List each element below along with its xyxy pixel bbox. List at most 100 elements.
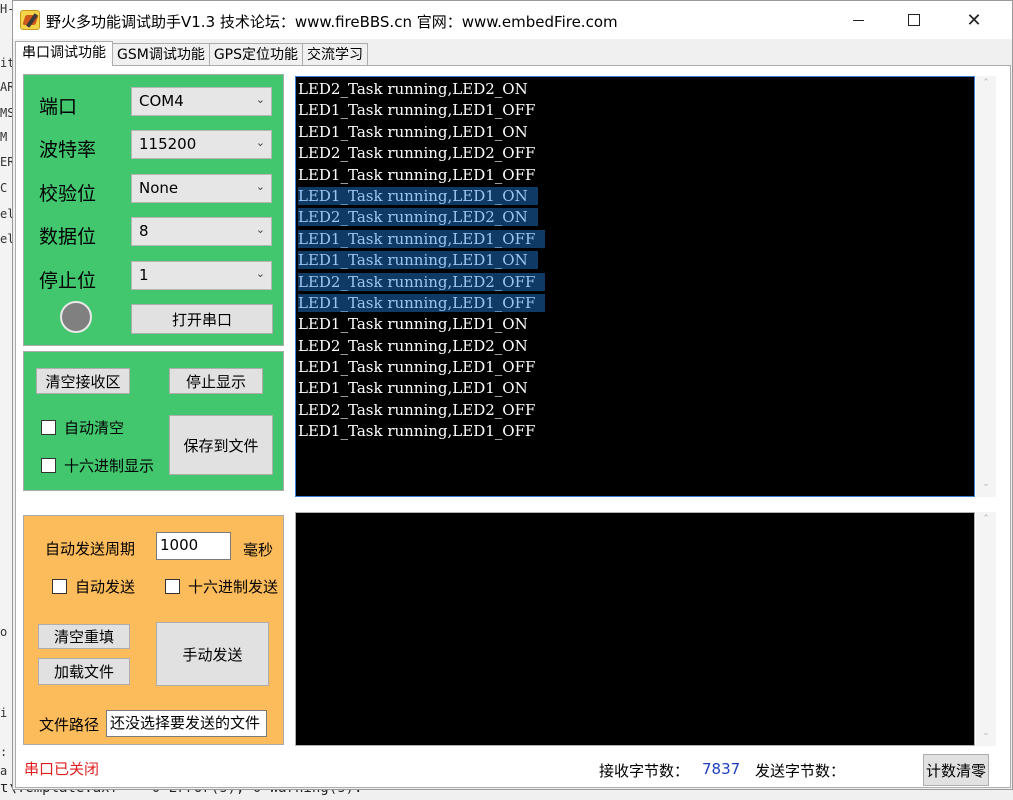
serial-settings-panel: 端口 COM4 ⌄ 波特率 115200 ⌄ 校验位 None ⌄ 数据位 8 … [23, 74, 284, 346]
log-line-text: LED1_Task running,LED1_OFF [298, 293, 546, 312]
hex-send-label: 十六进制发送 [188, 578, 279, 596]
log-line: LED1_Task running,LED1_ON [298, 378, 545, 399]
stopbits-select[interactable]: 1 ⌄ [131, 261, 272, 290]
clear-receive-button[interactable]: 清空接收区 [36, 368, 130, 394]
log-line-text: LED2_Task running,LED2_OFF [298, 400, 536, 419]
chevron-down-icon: ⌄ [255, 267, 265, 280]
chevron-down-icon: ⌄ [255, 223, 265, 236]
tab-community[interactable]: 交流学习 [302, 43, 369, 66]
background-fragment: : [0, 745, 8, 759]
background-fragment: M [0, 130, 8, 144]
tab-gsm-debug[interactable]: GSM调试功能 [112, 43, 210, 66]
log-line: LED1_Task running,LED1_OFF [298, 165, 545, 186]
scroll-down-icon[interactable]: ⌄ [976, 728, 996, 744]
receive-scrollbar[interactable]: ⌃ ⌄ [976, 76, 996, 497]
chevron-down-icon: ⌄ [255, 180, 265, 193]
send-area[interactable] [295, 512, 975, 746]
rx-count-label: 接收字节数： [599, 762, 690, 780]
log-line-text: LED2_Task running,LED2_OFF [298, 144, 536, 163]
log-line-text: LED2_Task running,LED2_OFF [298, 272, 546, 291]
title-bar[interactable]: 野火多功能调试助手V1.3 技术论坛：www.fireBBS.cn 官网：www… [13, 1, 1012, 39]
background-fragment: o [0, 625, 8, 639]
parity-select[interactable]: None ⌄ [131, 174, 272, 203]
log-line-text: LED1_Task running,LED1_OFF [298, 101, 536, 120]
load-file-button[interactable]: 加载文件 [38, 658, 130, 685]
tab-content: 端口 COM4 ⌄ 波特率 115200 ⌄ 校验位 None ⌄ 数据位 8 … [15, 65, 1011, 788]
log-line-text: LED2_Task running,LED2_ON [298, 208, 538, 227]
port-select[interactable]: COM4 ⌄ [131, 87, 272, 116]
tx-count-label: 发送字节数： [755, 762, 846, 780]
log-line: LED1_Task running,LED1_ON [298, 314, 545, 335]
log-line: LED2_Task running,LED2_ON [298, 79, 545, 100]
log-line: LED2_Task running,LED2_OFF [298, 272, 546, 293]
log-line: LED1_Task running,LED1_ON [298, 122, 545, 143]
stopbits-select-value: 1 [139, 266, 149, 284]
port-status-indicator [60, 301, 92, 333]
maximize-button[interactable] [891, 1, 937, 39]
log-line-text: LED1_Task running,LED1_ON [298, 186, 538, 205]
tab-strip: 串口调试功能 GSM调试功能 GPS定位功能 交流学习 [15, 41, 369, 66]
open-port-button[interactable]: 打开串口 [131, 304, 273, 334]
clear-refill-button[interactable]: 清空重填 [38, 624, 130, 649]
auto-send-checkbox[interactable]: 自动发送 [52, 576, 135, 597]
scroll-up-icon[interactable]: ⌃ [976, 78, 996, 94]
send-controls-panel: 自动发送周期 1000 毫秒 自动发送 十六进制发送 清空重填 加载文件 手动发… [23, 515, 284, 745]
save-to-file-button[interactable]: 保存到文件 [169, 415, 273, 475]
log-line: LED2_Task running,LED2_OFF [298, 400, 545, 421]
file-path-label: 文件路径 [39, 716, 100, 734]
log-line: LED1_Task running,LED1_ON [298, 186, 545, 207]
log-line: LED1_Task running,LED1_OFF [298, 229, 546, 250]
background-fragment: i [0, 706, 8, 720]
minimize-button[interactable] [835, 1, 881, 39]
checkbox-box [52, 579, 67, 594]
tab-gps-location[interactable]: GPS定位功能 [208, 43, 304, 66]
log-line: LED1_Task running,LED1_OFF [298, 100, 545, 121]
baud-select[interactable]: 115200 ⌄ [131, 130, 272, 159]
log-line-text: LED1_Task running,LED1_OFF [298, 165, 536, 184]
receive-area[interactable]: LED2_Task running,LED2_ON LED1_Task runn… [295, 76, 975, 497]
reset-count-button[interactable]: 计数清零 [923, 754, 989, 786]
log-line-text: LED2_Task running,LED2_ON [298, 336, 528, 355]
manual-send-button[interactable]: 手动发送 [156, 622, 269, 686]
window-title: 野火多功能调试助手V1.3 技术论坛：www.fireBBS.cn 官网：www… [46, 13, 618, 31]
log-line: LED2_Task running,LED2_ON [298, 207, 545, 228]
log-line: LED1_Task running,LED1_ON [298, 250, 545, 271]
baud-select-value: 115200 [139, 135, 197, 153]
parity-label: 校验位 [39, 183, 97, 205]
log-line-text: LED1_Task running,LED1_ON [298, 315, 528, 334]
tab-serial-debug[interactable]: 串口调试功能 [15, 41, 113, 66]
baud-label: 波特率 [39, 139, 97, 161]
hex-display-checkbox[interactable]: 十六进制显示 [41, 455, 154, 476]
databits-select-value: 8 [139, 222, 149, 240]
log-line-text: LED1_Task running,LED1_ON [298, 251, 538, 270]
databits-select[interactable]: 8 ⌄ [131, 217, 272, 246]
stop-display-button[interactable]: 停止显示 [169, 368, 263, 394]
file-path-field[interactable]: 还没选择要发送的文件 [106, 710, 267, 737]
stopbits-label: 停止位 [39, 270, 97, 292]
chevron-down-icon: ⌄ [255, 136, 265, 149]
send-period-label: 自动发送周期 [45, 540, 136, 558]
background-fragment: a [0, 764, 8, 778]
checkbox-box [41, 458, 56, 473]
auto-clear-checkbox[interactable]: 自动清空 [41, 417, 124, 438]
rx-count-value: 7837 [702, 760, 741, 778]
scroll-up-icon[interactable]: ⌃ [976, 514, 996, 530]
log-line-text: LED1_Task running,LED1_OFF [298, 229, 546, 248]
hex-send-checkbox[interactable]: 十六进制发送 [165, 576, 278, 597]
databits-label: 数据位 [39, 226, 97, 248]
app-window: 野火多功能调试助手V1.3 技术论坛：www.fireBBS.cn 官网：www… [12, 0, 1013, 790]
close-icon: ✕ [966, 9, 982, 31]
log-line: LED2_Task running,LED2_ON [298, 336, 545, 357]
port-select-value: COM4 [139, 92, 184, 110]
auto-clear-label: 自动清空 [64, 419, 125, 437]
close-button[interactable]: ✕ [951, 1, 997, 39]
app-logo-icon [20, 10, 40, 30]
scroll-down-icon[interactable]: ⌄ [976, 479, 996, 495]
log-line-text: LED1_Task running,LED1_OFF [298, 422, 536, 441]
send-period-unit: 毫秒 [243, 541, 274, 559]
log-line: LED1_Task running,LED1_OFF [298, 357, 545, 378]
send-period-input[interactable]: 1000 [156, 532, 231, 560]
hex-display-label: 十六进制显示 [64, 457, 155, 475]
send-scrollbar[interactable]: ⌃ ⌄ [976, 512, 996, 746]
port-label: 端口 [39, 96, 78, 118]
